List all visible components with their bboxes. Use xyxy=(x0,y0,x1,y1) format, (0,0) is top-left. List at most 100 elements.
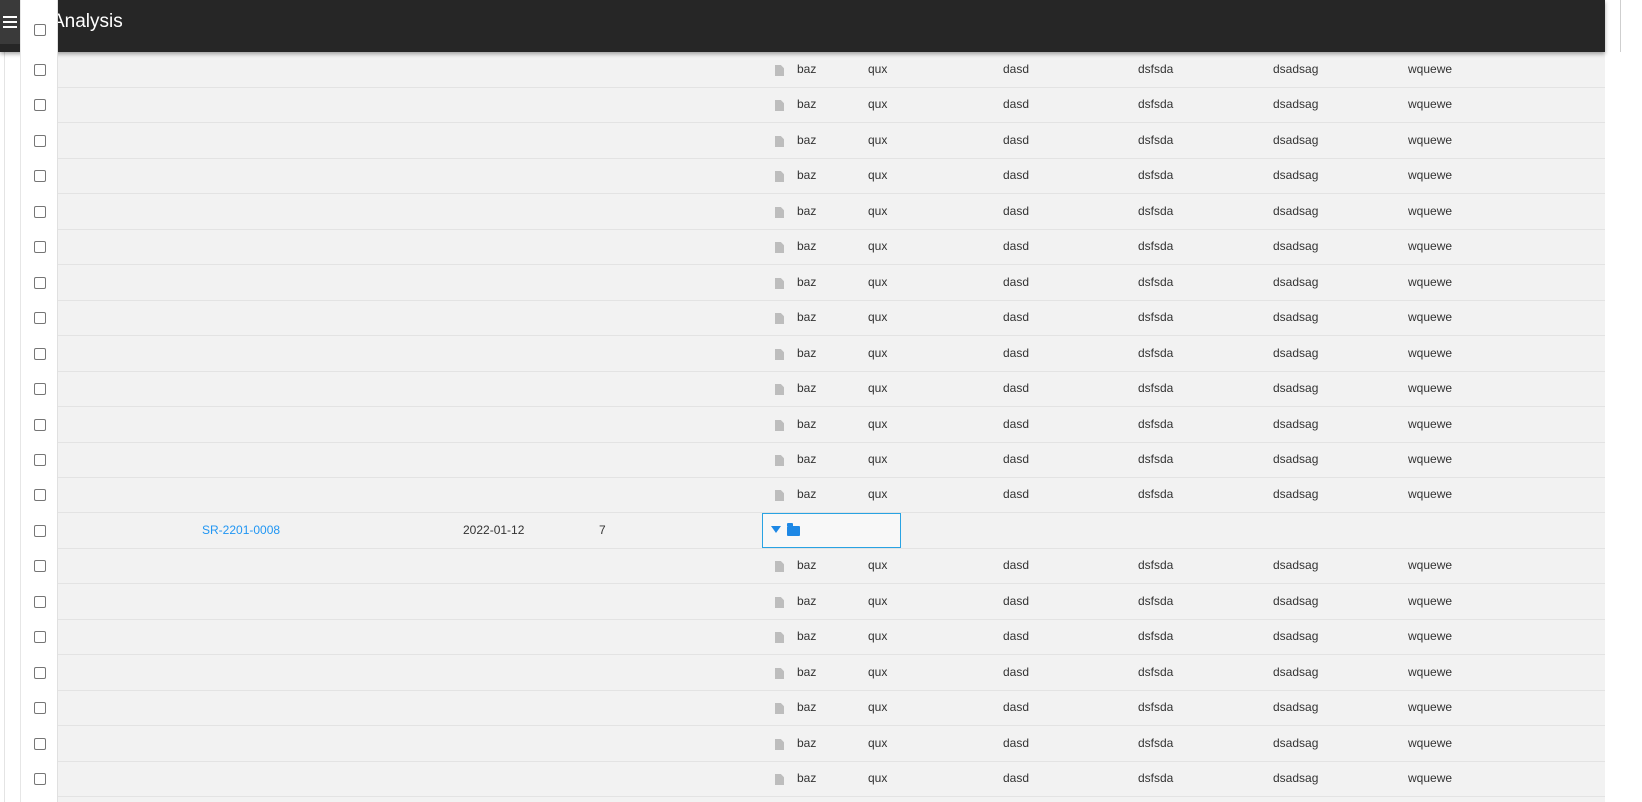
row-checkbox[interactable] xyxy=(34,277,46,289)
row-checkbox[interactable] xyxy=(34,454,46,466)
cell-col1: baz xyxy=(797,168,817,182)
row-checkbox[interactable] xyxy=(34,241,46,253)
divider xyxy=(4,52,5,802)
row-checkbox[interactable] xyxy=(34,631,46,643)
table-row[interactable]: baz qux dasd dsfsda dsadsag wquewe xyxy=(57,655,1605,691)
cell-col5: dsadsag xyxy=(1273,310,1319,324)
cell-col4: dsfsda xyxy=(1138,417,1174,431)
divider xyxy=(1620,0,1621,52)
table-row[interactable]: baz qux dasd dsfsda dsadsag wquewe xyxy=(57,52,1605,88)
row-checkbox[interactable] xyxy=(34,419,46,431)
table-row[interactable]: baz qux dasd dsfsda dsadsag wquewe xyxy=(57,442,1605,478)
row-checkbox[interactable] xyxy=(34,64,46,76)
record-id-link[interactable]: SR-2201-0008 xyxy=(202,513,280,548)
file-icon xyxy=(775,490,784,501)
cell-col4: dsfsda xyxy=(1138,62,1174,76)
cell-col2: qux xyxy=(868,700,888,714)
cell-col5: dsadsag xyxy=(1273,558,1319,572)
table-row[interactable]: baz qux dasd dsfsda dsadsag wquewe xyxy=(57,87,1605,123)
cell-col5: dsadsag xyxy=(1273,133,1319,147)
table-row[interactable]: baz qux dasd dsfsda dsadsag wquewe xyxy=(57,265,1605,301)
cell-col5: dsadsag xyxy=(1273,452,1319,466)
cell-col5: dsadsag xyxy=(1273,771,1319,785)
file-icon xyxy=(775,207,784,218)
cell-col4: dsfsda xyxy=(1138,310,1174,324)
cell-col2: qux xyxy=(868,629,888,643)
row-checkbox[interactable] xyxy=(34,773,46,785)
table-row[interactable]: baz qux dasd dsfsda dsadsag wquewe xyxy=(57,407,1605,443)
cell-col6: wquewe xyxy=(1408,97,1453,111)
cell-col1: baz xyxy=(797,558,817,572)
cell-col3: dasd xyxy=(1003,381,1030,395)
group-row[interactable]: SR-2201-0008 2022-01-12 7 xyxy=(57,513,1605,549)
row-checkbox[interactable] xyxy=(34,702,46,714)
table-row[interactable]: baz qux dasd dsfsda dsadsag wquewe xyxy=(57,194,1605,230)
triangle-down-icon[interactable] xyxy=(771,526,781,533)
table-row[interactable]: baz qux dasd dsfsda dsadsag wquewe xyxy=(57,300,1605,336)
cell-col4: dsfsda xyxy=(1138,700,1174,714)
row-checkbox[interactable] xyxy=(34,667,46,679)
cell-col2: qux xyxy=(868,665,888,679)
table-row[interactable]: baz qux dasd dsfsda dsadsag wquewe xyxy=(57,726,1605,762)
cell-col1: baz xyxy=(797,381,817,395)
cell-col3: dasd xyxy=(1003,487,1030,501)
cell-col2: qux xyxy=(868,62,888,76)
cell-col1: baz xyxy=(797,204,817,218)
cell-col3: dasd xyxy=(1003,346,1030,360)
row-checkbox[interactable] xyxy=(34,596,46,608)
cell-col6: wquewe xyxy=(1408,558,1453,572)
file-icon xyxy=(775,384,784,395)
cell-col5: dsadsag xyxy=(1273,275,1319,289)
row-select-column xyxy=(20,0,58,802)
row-checkbox[interactable] xyxy=(34,383,46,395)
row-checkbox[interactable] xyxy=(34,738,46,750)
cell-col6: wquewe xyxy=(1408,665,1453,679)
row-checkbox[interactable] xyxy=(34,348,46,360)
table-row[interactable]: baz qux dasd dsfsda dsadsag wquewe xyxy=(57,229,1605,265)
row-checkbox[interactable] xyxy=(34,99,46,111)
table-row[interactable]: baz qux dasd dsfsda dsadsag wquewe xyxy=(57,477,1605,513)
table-row[interactable]: baz qux dasd dsfsda dsadsag wquewe xyxy=(57,336,1605,372)
cell-col6: wquewe xyxy=(1408,62,1453,76)
cell-col1: baz xyxy=(797,346,817,360)
table-row[interactable]: baz qux dasd dsfsda dsadsag wquewe xyxy=(57,371,1605,407)
cell-col6: wquewe xyxy=(1408,310,1453,324)
table-row[interactable]: baz qux dasd dsfsda dsadsag wquewe xyxy=(57,158,1605,194)
table-row[interactable]: baz qux dasd dsfsda dsadsag wquewe xyxy=(57,123,1605,159)
table-row[interactable]: baz qux dasd dsfsda dsadsag wquewe xyxy=(57,584,1605,620)
cell-col1: baz xyxy=(797,239,817,253)
select-all-checkbox[interactable] xyxy=(34,24,46,36)
app-title: Analysis xyxy=(52,11,123,32)
file-icon xyxy=(775,597,784,608)
cell-col4: dsfsda xyxy=(1138,558,1174,572)
row-checkbox[interactable] xyxy=(34,560,46,572)
table-row[interactable]: baz qux dasd dsfsda dsadsag wquewe xyxy=(57,548,1605,584)
row-checkbox[interactable] xyxy=(34,489,46,501)
cell-col3: dasd xyxy=(1003,275,1030,289)
row-checkbox[interactable] xyxy=(34,170,46,182)
table-row[interactable]: baz qux dasd dsfsda dsadsag wquewe xyxy=(57,761,1605,797)
cell-col1: baz xyxy=(797,771,817,785)
file-icon xyxy=(775,774,784,785)
cell-col5: dsadsag xyxy=(1273,629,1319,643)
row-checkbox[interactable] xyxy=(34,135,46,147)
table-row[interactable]: baz qux dasd dsfsda dsadsag wquewe xyxy=(57,619,1605,655)
cell-col6: wquewe xyxy=(1408,239,1453,253)
group-toggle[interactable] xyxy=(762,513,901,548)
cell-col1: baz xyxy=(797,133,817,147)
row-checkbox[interactable] xyxy=(34,312,46,324)
cell-col5: dsadsag xyxy=(1273,736,1319,750)
cell-col4: dsfsda xyxy=(1138,452,1174,466)
cell-col5: dsadsag xyxy=(1273,168,1319,182)
hamburger-menu-icon[interactable] xyxy=(0,0,20,44)
cell-col3: dasd xyxy=(1003,133,1030,147)
row-checkbox[interactable] xyxy=(34,525,46,537)
cell-col6: wquewe xyxy=(1408,417,1453,431)
row-checkbox[interactable] xyxy=(34,206,46,218)
file-icon xyxy=(775,668,784,679)
cell-col4: dsfsda xyxy=(1138,239,1174,253)
cell-col3: dasd xyxy=(1003,736,1030,750)
cell-col6: wquewe xyxy=(1408,275,1453,289)
table-row[interactable]: baz qux dasd dsfsda dsadsag wquewe xyxy=(57,690,1605,726)
cell-col2: qux xyxy=(868,204,888,218)
